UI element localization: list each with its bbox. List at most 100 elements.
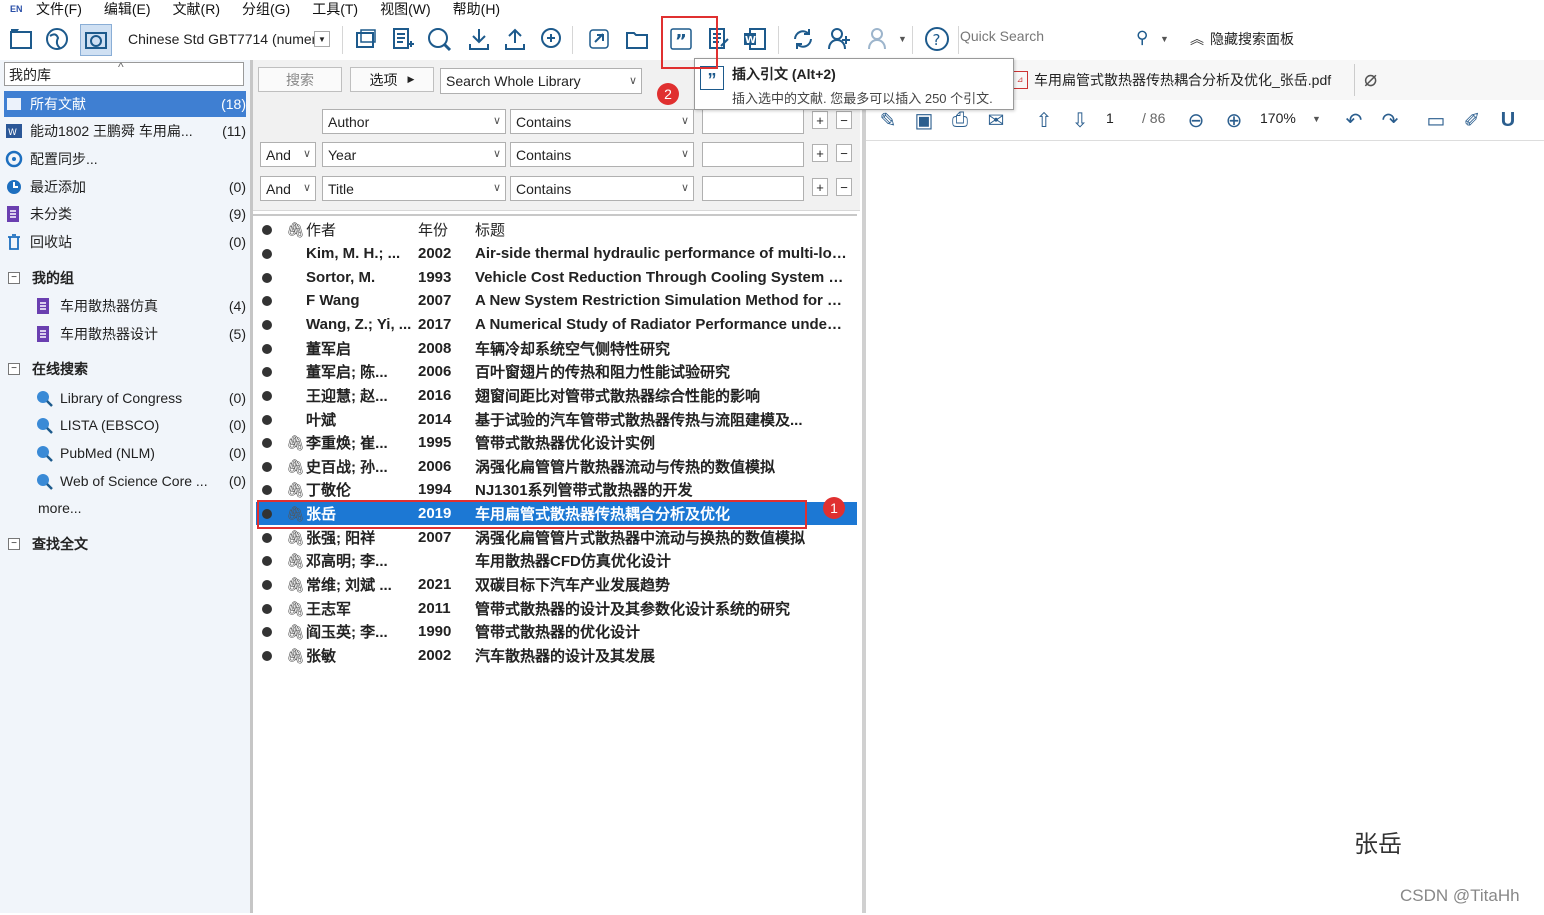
read-status-icon[interactable] (262, 414, 272, 425)
search-field-select-1[interactable]: Author ∨ (322, 109, 506, 134)
group-trash[interactable]: 回收站 (0) (4, 229, 246, 255)
copy-to-library-icon[interactable] (350, 24, 380, 54)
collapse-icon[interactable]: − (8, 363, 20, 375)
underline-icon[interactable]: U (1494, 106, 1522, 134)
menu-tools[interactable]: 工具(T) (312, 0, 358, 19)
read-status-icon[interactable] (262, 343, 272, 354)
table-row[interactable]: F Wang 2007 A New System Restriction Simul… (256, 289, 857, 312)
hide-search-panel-button[interactable]: ︽ 隐藏搜索面板 (1190, 26, 1294, 52)
edit-icon[interactable]: ✎ (874, 106, 902, 134)
table-row[interactable]: 王迎慧; 赵... 2016 翅窗间距比对管带式散热器综合性能的影响 (256, 384, 857, 407)
zoom-out-icon[interactable]: ⊖ (1182, 106, 1210, 134)
table-row[interactable]: Sortor, M. 1993 Vehicle Cost Reduction Thr… (256, 266, 857, 289)
table-row[interactable]: 🖇 史百战; 孙... 2006 涡强化扁管管片散热器流动与传热的数值模拟 (256, 455, 857, 478)
remove-row-button[interactable]: − (836, 144, 852, 162)
column-title[interactable]: 标题 (475, 219, 847, 240)
import-icon[interactable] (464, 24, 494, 54)
next-page-icon[interactable]: ⇩ (1066, 106, 1094, 134)
page-number-input[interactable]: 1 (1106, 110, 1114, 126)
menu-help[interactable]: 帮助(H) (453, 0, 500, 19)
table-row[interactable]: 董军启 2008 车辆冷却系统空气侧特性研究 (256, 337, 857, 360)
column-year[interactable]: 年份 (418, 219, 475, 240)
chevron-down-icon[interactable]: ▼ (1312, 114, 1321, 124)
search-bool-select-2[interactable]: And ∨ (260, 142, 316, 167)
search-term-input-3[interactable] (702, 176, 804, 201)
collapse-chevron-icon[interactable]: ^ (118, 60, 124, 74)
attach-file-icon[interactable]: ⌀ (1364, 66, 1377, 92)
search-operator-select-3[interactable]: Contains ∨ (510, 176, 694, 201)
table-row[interactable]: 🖇 常维; 刘斌 ... 2021 双碳目标下汽车产业发展趋势 (256, 573, 857, 596)
search-term-input-1[interactable] (702, 109, 804, 134)
attachment-icon[interactable]: 🖇 (286, 221, 306, 239)
zoom-in-icon[interactable]: ⊕ (1220, 106, 1248, 134)
read-status-icon[interactable] (262, 295, 272, 306)
menu-references[interactable]: 文献(R) (173, 0, 220, 19)
chevron-down-icon[interactable]: ▼ (898, 34, 907, 44)
table-row[interactable]: 🖇 邓高明; 李... 车用散热器CFD仿真优化设计 (256, 549, 857, 572)
print-icon[interactable]: ⎙ (946, 106, 974, 134)
search-scope-select[interactable]: Search Whole Library ∨ (440, 68, 642, 94)
menu-edit[interactable]: 编辑(E) (104, 0, 151, 19)
search-term-input-2[interactable] (702, 142, 804, 167)
rotate-right-icon[interactable]: ↷ (1376, 106, 1404, 134)
chevron-down-icon[interactable]: ▼ (1160, 34, 1169, 44)
add-row-button[interactable]: + (812, 111, 828, 129)
find-full-text-header[interactable]: − 查找全文 (8, 532, 88, 556)
group-unfiled[interactable]: 未分类 (9) (4, 201, 246, 227)
read-status-icon[interactable] (262, 650, 272, 661)
activity-feed-icon[interactable] (864, 24, 894, 54)
column-author[interactable]: 作者 (306, 219, 418, 240)
read-status-icon[interactable] (262, 532, 272, 543)
open-file-icon[interactable] (622, 24, 652, 54)
remove-row-button[interactable]: − (836, 178, 852, 196)
read-status-icon[interactable] (262, 626, 272, 637)
previous-page-icon[interactable]: ⇧ (1030, 106, 1058, 134)
word-document-icon[interactable]: W (740, 24, 770, 54)
online-search-mode-icon[interactable] (42, 24, 72, 54)
read-status-icon[interactable] (262, 461, 272, 472)
read-status-icon[interactable] (262, 366, 272, 377)
search-bool-select-3[interactable]: And ∨ (260, 176, 316, 201)
read-status-icon[interactable] (262, 248, 272, 259)
share-library-icon[interactable] (824, 24, 854, 54)
group-word-doc[interactable]: W 能动1802 王鹏舜 车用扁... (11) (4, 118, 246, 144)
online-search-header[interactable]: − 在线搜索 (8, 357, 88, 381)
help-icon[interactable]: ? (922, 24, 952, 54)
table-row[interactable]: 叶斌 2014 基于试验的汽车管带式散热器传热与流阻建模及... (256, 408, 857, 431)
new-reference-icon[interactable] (388, 24, 418, 54)
highlight-icon[interactable]: ✐ (1458, 106, 1486, 134)
read-status-icon[interactable] (262, 319, 272, 330)
online-search-globe-icon[interactable] (424, 24, 454, 54)
read-status-icon[interactable] (262, 555, 272, 566)
email-icon[interactable]: ✉ (982, 106, 1010, 134)
online-lista-ebsco[interactable]: LISTA (EBSCO) (0) (34, 412, 246, 438)
group-recently-added[interactable]: 最近添加 (0) (4, 174, 246, 200)
read-status-icon[interactable] (262, 272, 272, 283)
group-configure-sync[interactable]: 配置同步... (4, 146, 246, 172)
table-row[interactable]: 🖇 阎玉英; 李... 1990 管带式散热器的优化设计 (256, 620, 857, 643)
search-icon[interactable]: ⚲ (1136, 28, 1148, 48)
read-status-icon[interactable] (262, 437, 272, 448)
menu-window[interactable]: 视图(W) (380, 0, 431, 19)
output-style-select[interactable]: Chinese Std GBT7714 (numeric) ▼ (120, 26, 336, 52)
table-row[interactable]: 董军启; 陈... 2006 百叶窗翅片的传热和阻力性能试验研究 (256, 360, 857, 383)
menu-groups[interactable]: 分组(G) (242, 0, 290, 19)
save-icon[interactable]: ▣ (910, 106, 938, 134)
online-web-of-science[interactable]: Web of Science Core ... (0) (34, 468, 246, 494)
quick-search-input[interactable]: Quick Search (960, 28, 1130, 50)
table-row[interactable]: 🖇 李重焕; 崔... 1995 管带式散热器优化设计实例 (256, 431, 857, 454)
zoom-level[interactable]: 170% (1260, 110, 1296, 126)
read-status-icon[interactable] (262, 224, 272, 235)
comment-icon[interactable]: ▭ (1422, 106, 1450, 134)
collapse-icon[interactable]: − (8, 538, 20, 550)
remove-row-button[interactable]: − (836, 111, 852, 129)
rotate-left-icon[interactable]: ↶ (1340, 106, 1368, 134)
online-search-more-link[interactable]: more... (38, 500, 82, 516)
table-row[interactable]: 🖇 张敏 2002 汽车散热器的设计及其发展 (256, 644, 857, 667)
table-row[interactable]: 🖇 丁敬伦 1994 NJ1301系列管带式散热器的开发 (256, 478, 857, 501)
find-full-text-icon[interactable] (536, 24, 566, 54)
search-field-select-3[interactable]: Title ∨ (322, 176, 506, 201)
add-row-button[interactable]: + (812, 178, 828, 196)
options-button[interactable]: 选项 ▶ (350, 67, 434, 92)
local-library-mode-icon[interactable] (6, 24, 36, 54)
